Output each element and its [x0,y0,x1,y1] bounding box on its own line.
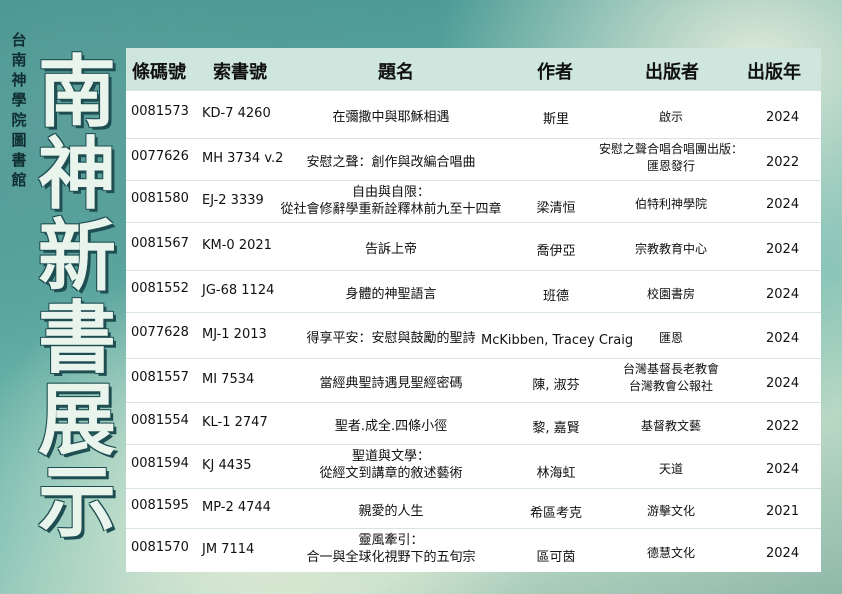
cell-title: 告訴上帝 [364,242,417,257]
header-publisher: 出版者 [645,62,699,83]
cell-publisher: 伯特利神學院 [634,197,707,211]
cell-call-number: KD-7 4260 [202,106,271,121]
exhibition-title-char: 新 [37,212,116,302]
cell-call-number: KM-0 2021 [202,238,272,253]
cell-title: 當經典聖詩遇見聖經密碼 [319,376,463,391]
cell-barcode: 0081580 [131,191,189,206]
library-name-char: 館 [11,171,27,189]
cell-barcode: 0081594 [131,456,189,471]
cell-publisher: 德慧文化 [646,546,695,560]
table-row: 0077628 MJ-1 2013 得享平安：安慰與鼓勵的聖詩 McKibben, T… [126,312,821,359]
header-call-number: 索書號 [213,62,267,83]
table-row: 0081554 KL-1 2747 聖者.成全.四條小徑 黎, 嘉賢 基督教文藝 2022 [126,402,821,445]
cell-year: 2024 [766,197,800,212]
table-row: 0081567 KM-0 2021 告訴上帝 喬伊亞 宗教教育中心 2024 [126,222,821,271]
cell-title: 從經文到講章的敘述藝術 [319,466,463,481]
cell-barcode: 0081595 [131,498,189,513]
table-row: 0077626 MH 3734 v.2 安慰之聲：創作與改編合唱曲 安慰之聲合唱合唱團… [126,138,821,181]
library-name-char: 書 [11,151,27,169]
cell-publisher: 匯恩發行 [646,159,695,173]
library-name-char: 神 [11,71,27,89]
cell-barcode: 0077628 [131,325,189,340]
cell-title: 聖道與文學： [351,449,430,464]
cell-year: 2024 [766,331,800,346]
exhibition-title-char: 示 [37,458,116,548]
library-name-char: 院 [11,111,27,129]
cell-publisher: 匯恩 [658,331,683,345]
table-row: 0081580 EJ-2 3339 自由與自限： 從社會修辭學重新詮釋林前九至十四章梁… [126,180,821,223]
cell-publisher: 啟示 [658,110,683,124]
table-row: 0081552 JG-68 1124 身體的神聖語言 班德 校園書房 2024 [126,270,821,313]
table-header: 條碼號 索書號 題名 作者 出版者 出版年 [126,48,821,90]
table-row: 0081573 KD-7 4260 在彌撒中與耶穌相遇 斯里 啟示 2024 [126,90,821,139]
cell-publisher: 台灣教會公報社 [628,379,713,393]
cell-publisher: 基督教文藝 [640,419,701,433]
cell-publisher: 天道 [658,462,683,476]
library-name-char: 圖 [11,131,27,149]
exhibition-title-char: 南 [37,48,116,138]
new-books-table: 條碼號 索書號 題名 作者 出版者 出版年 0081573 KD-7 4260 在彌… [126,48,821,572]
cell-title: 身體的神聖語言 [345,287,437,302]
cell-title: 聖者.成全.四條小徑 [334,419,448,434]
cell-year: 2024 [766,462,800,477]
cell-title: 靈風牽引： [358,533,424,548]
cell-year: 2024 [766,287,800,302]
header-barcode: 條碼號 [132,62,186,83]
cell-barcode: 0081554 [131,413,189,428]
cell-publisher: 宗教教育中心 [634,242,707,256]
header-year: 出版年 [747,62,801,83]
cell-publisher: 校園書房 [646,287,695,301]
exhibition-title: 南神新書展示 [30,52,124,544]
cell-call-number: EJ-2 3339 [202,193,264,208]
cell-year: 2024 [766,242,800,257]
cell-barcode: 0081552 [131,281,189,296]
table-row: 0081557 MI 7534 當經典聖詩遇見聖經密碼 陳, 淑芬 台灣基督長老教會 台灣… [126,358,821,403]
cell-year: 2024 [766,110,800,125]
cell-publisher: 安慰之聲合唱合唱團出版： [598,142,743,156]
cell-title: 親愛的人生 [358,504,424,519]
exhibition-title-char: 書 [37,294,116,384]
cell-title: 合一與全球化視野下的五旬宗 [306,550,476,565]
cell-call-number: KJ 4435 [202,458,252,473]
cell-barcode: 0081573 [131,104,189,119]
library-name: 台南神學院圖書館 [8,30,30,190]
table-row: 0081594 KJ 4435 聖道與文學： 從經文到講章的敘述藝術 林海虹 天道 2024 [126,444,821,489]
cell-publisher: 台灣基督長老教會 [622,362,719,376]
cell-year: 2022 [766,419,800,434]
cell-call-number: MP-2 4744 [202,500,271,515]
cell-barcode: 0081570 [131,540,189,555]
cell-call-number: JM 7114 [202,542,255,557]
cell-call-number: KL-1 2747 [202,415,268,430]
cell-title: 在彌撒中與耶穌相遇 [332,110,450,125]
library-name-char: 南 [11,51,27,69]
cell-barcode: 0077626 [131,149,189,164]
cell-barcode: 0081557 [131,370,189,385]
table-row: 0081570 JM 7114 靈風牽引： 合一與全球化視野下的五旬宗 區可茵 德慧文化 2… [126,528,821,573]
library-name-char: 學 [11,91,27,109]
cell-title: 從社會修辭學重新詮釋林前九至十四章 [280,202,502,217]
header-author: 作者 [537,62,573,83]
cell-call-number: MJ-1 2013 [202,327,267,342]
cell-title: 得享平安：安慰與鼓勵的聖詩 [306,331,476,346]
exhibition-title-char: 展 [37,376,116,466]
cell-call-number: MI 7534 [202,372,255,387]
cell-publisher: 游擊文化 [646,504,695,518]
header-title: 題名 [378,62,414,83]
library-name-char: 台 [11,31,27,49]
cell-year: 2022 [766,155,800,170]
cell-year: 2024 [766,376,800,391]
exhibition-title-char: 神 [37,130,116,220]
cell-call-number: JG-68 1124 [202,283,275,298]
cell-title: 安慰之聲：創作與改編合唱曲 [306,155,476,170]
cell-year: 2024 [766,546,800,561]
cell-call-number: MH 3734 v.2 [202,151,284,166]
table-row: 0081595 MP-2 4744 親愛的人生 希區考克 游擊文化 2021 [126,488,821,529]
cell-year: 2021 [766,504,800,519]
cell-title: 自由與自限： [351,185,430,200]
cell-barcode: 0081567 [131,236,189,251]
